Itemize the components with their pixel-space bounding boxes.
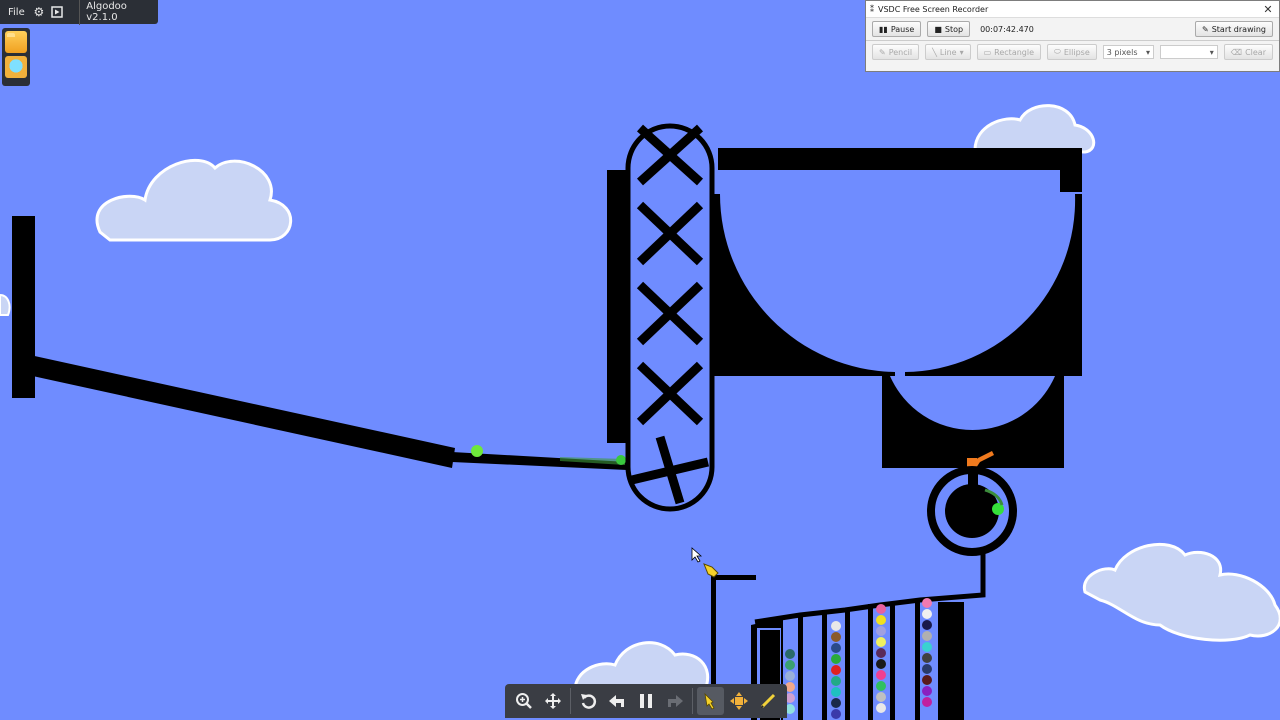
rectangle-label: Rectangle (994, 47, 1035, 57)
ellipse-button[interactable]: ⬭ Ellipse (1047, 44, 1097, 60)
ellipse-label: Ellipse (1063, 47, 1090, 57)
version-label: Algodoo v2.1.0 (79, 0, 158, 25)
chevron-down-icon: ▾ (1209, 47, 1214, 57)
vsdc-drawing-row: ✎ Pencil ╲ Line ▾ ▭ Rectangle ⬭ Ellipse 3 pix… (866, 41, 1279, 63)
moving-ball[interactable] (616, 455, 626, 465)
start-drawing-button[interactable]: ✎ Start drawing (1195, 21, 1273, 37)
line-button[interactable]: ╲ Line ▾ (925, 44, 971, 60)
ellipse-icon: ⬭ (1054, 47, 1061, 56)
video-icon[interactable] (51, 5, 63, 19)
redo-icon[interactable] (661, 687, 688, 715)
pencil-button[interactable]: ✎ Pencil (872, 44, 920, 60)
chevron-down-icon: ▾ (1146, 47, 1151, 57)
folder-icon[interactable] (5, 31, 27, 53)
app-icon: ⁑ (870, 4, 874, 14)
drawing-icon: ✎ (1202, 24, 1209, 34)
algodoo-topbar: File ⚙ Algodoo v2.1.0 (0, 0, 158, 25)
stop-icon: ■ (934, 24, 942, 34)
line-label: Line (939, 47, 957, 57)
color-select[interactable]: ▾ (1160, 45, 1218, 59)
undo-icon[interactable] (604, 687, 631, 715)
toolbar-divider (691, 688, 693, 714)
clear-button[interactable]: ⌫ Clear (1223, 44, 1273, 60)
move-tool-icon[interactable] (726, 687, 753, 715)
green-ball[interactable] (471, 445, 483, 457)
algodoo-scene[interactable] (0, 0, 1280, 720)
pixel-size-value: 3 pixels (1106, 47, 1138, 57)
zoom-icon[interactable] (511, 687, 538, 715)
pause-label: Pause (890, 24, 915, 34)
recording-time: 00:07:42.470 (980, 24, 1034, 34)
pause-icon: ▮▮ (879, 24, 888, 34)
file-menu[interactable]: File (0, 7, 33, 18)
stop-label: Stop (944, 24, 964, 34)
close-icon[interactable]: ✕ (1257, 3, 1279, 16)
stop-button[interactable]: ■ Stop (927, 21, 971, 37)
vsdc-titlebar: ⁑ VSDC Free Screen Recorder ✕ (866, 1, 1279, 18)
sky-background (0, 0, 1280, 720)
rectangle-icon: ▭ (983, 47, 992, 57)
flag-arm[interactable] (711, 575, 756, 580)
pencil-label: Pencil (888, 47, 913, 57)
algodoo-bottom-toolbar (505, 684, 787, 718)
line-icon: ╲ (932, 47, 937, 57)
start-drawing-label: Start drawing (1211, 24, 1266, 34)
window-title: VSDC Free Screen Recorder (878, 4, 989, 14)
corner-block (1060, 170, 1082, 192)
pencil-icon: ✎ (879, 47, 886, 57)
pause-button[interactable]: ▮▮ Pause (872, 21, 922, 37)
move-icon[interactable] (540, 687, 567, 715)
vsdc-controls-row: ▮▮ Pause ■ Stop 00:07:42.470 ✎ Start dra… (866, 18, 1279, 40)
drag-hand-icon[interactable] (696, 687, 724, 715)
vsdc-recorder-window: ⁑ VSDC Free Screen Recorder ✕ ▮▮ Pause ■… (865, 0, 1280, 72)
chevron-down-icon: ▾ (959, 47, 964, 57)
top-beam[interactable] (718, 148, 1082, 170)
gear-icon[interactable]: ⚙ (33, 5, 45, 19)
ball-stack-2[interactable] (831, 621, 841, 719)
wheel-inlet (968, 468, 978, 490)
flag-post[interactable] (711, 575, 716, 685)
pause-icon[interactable] (633, 687, 660, 715)
reset-icon[interactable] (575, 687, 602, 715)
pixel-size-select[interactable]: 3 pixels ▾ (1102, 45, 1155, 59)
algodoo-sidebar (2, 28, 30, 86)
scene-icon[interactable] (5, 56, 27, 78)
rectangle-button[interactable]: ▭ Rectangle (976, 44, 1042, 60)
toolbar-divider (570, 688, 572, 714)
clear-label: Clear (1245, 47, 1266, 57)
eraser-icon: ⌫ (1230, 47, 1243, 57)
sketch-icon[interactable] (754, 687, 781, 715)
